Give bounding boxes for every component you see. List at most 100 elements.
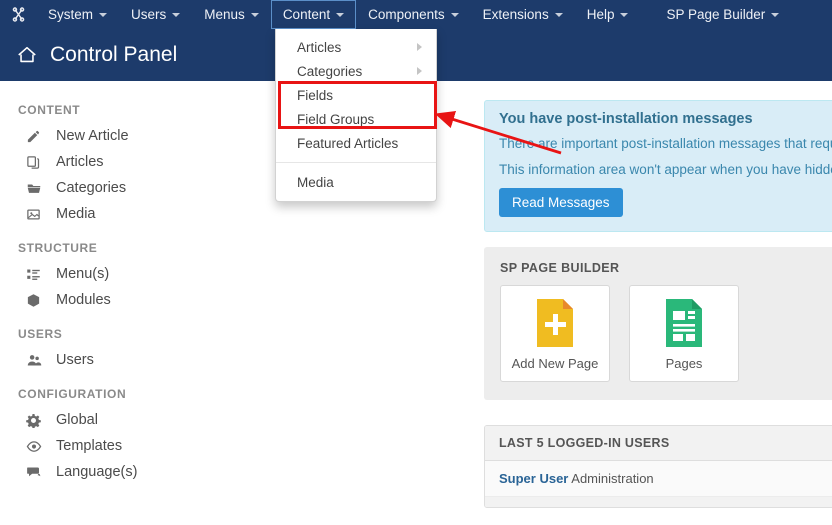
dropdown-item-label: Featured Articles bbox=[297, 136, 398, 151]
chevron-down-icon bbox=[555, 13, 563, 17]
nav-label: Content bbox=[283, 8, 330, 22]
list-icon bbox=[26, 265, 52, 283]
cube-icon bbox=[26, 291, 52, 309]
nav-label: Extensions bbox=[483, 8, 549, 22]
new-page-icon bbox=[533, 297, 577, 349]
sidebar-item-media[interactable]: Media bbox=[0, 201, 275, 227]
chevron-down-icon bbox=[336, 13, 344, 17]
users-icon bbox=[26, 351, 52, 369]
page-title: Control Panel bbox=[50, 43, 177, 67]
sidebar-section-title: CONFIGURATION bbox=[0, 387, 275, 407]
add-new-page-card[interactable]: Add New Page bbox=[500, 285, 610, 382]
nav-item-content[interactable]: Content bbox=[271, 0, 356, 29]
read-messages-button[interactable]: Read Messages bbox=[499, 188, 623, 217]
folder-icon bbox=[26, 179, 52, 197]
chevron-right-icon bbox=[417, 67, 422, 75]
user-name-link[interactable]: Super User bbox=[499, 471, 568, 486]
sidebar-item-label: Templates bbox=[56, 438, 122, 454]
copy-icon bbox=[26, 153, 52, 171]
sidebar-item-users[interactable]: Users bbox=[0, 347, 275, 373]
user-role: Administration bbox=[571, 471, 653, 486]
alert-text-line-2: This information area won't appear when … bbox=[499, 162, 832, 177]
dropdown-item-categories[interactable]: Categories bbox=[276, 59, 436, 83]
nav-item-help[interactable]: Help bbox=[575, 0, 641, 29]
chevron-down-icon bbox=[451, 13, 459, 17]
content-dropdown-menu: Articles Categories Fields Field Groups … bbox=[275, 29, 437, 202]
joomla-logo-icon[interactable] bbox=[0, 0, 36, 29]
sidebar-item-label: Menu(s) bbox=[56, 266, 109, 282]
dropdown-item-articles[interactable]: Articles bbox=[276, 35, 436, 59]
home-icon bbox=[10, 38, 44, 72]
sidebar-item-global[interactable]: Global bbox=[0, 407, 275, 433]
chevron-down-icon bbox=[251, 13, 259, 17]
nav-item-system[interactable]: System bbox=[36, 0, 119, 29]
dropdown-item-label: Articles bbox=[297, 40, 341, 55]
image-icon bbox=[26, 205, 52, 223]
sidebar-item-new-article[interactable]: New Article bbox=[0, 123, 275, 149]
top-navigation-bar: System Users Menus Content Components Ex… bbox=[0, 0, 832, 29]
panel-footer bbox=[485, 497, 832, 507]
chevron-down-icon bbox=[172, 13, 180, 17]
last-users-title: LAST 5 LOGGED-IN USERS bbox=[485, 426, 832, 461]
nav-item-sp-page-builder[interactable]: SP Page Builder bbox=[654, 0, 791, 29]
pencil-icon bbox=[26, 127, 52, 145]
post-installation-messages-panel: You have post-installation messages Ther… bbox=[484, 100, 832, 232]
dropdown-separator bbox=[276, 162, 436, 163]
nav-label: System bbox=[48, 8, 93, 22]
chevron-down-icon bbox=[99, 13, 107, 17]
sidebar-item-label: Categories bbox=[56, 180, 126, 196]
last-logged-in-users-panel: LAST 5 LOGGED-IN USERS Super User Admini… bbox=[484, 425, 832, 508]
sp-page-builder-panel: SP PAGE BUILDER Add New Page bbox=[484, 247, 832, 400]
dropdown-item-featured-articles[interactable]: Featured Articles bbox=[276, 131, 436, 155]
nav-label: SP Page Builder bbox=[666, 8, 765, 22]
gear-icon bbox=[26, 411, 52, 429]
alert-text-line-1: There are important post-installation me… bbox=[499, 136, 832, 151]
nav-label: Menus bbox=[204, 8, 245, 22]
nav-item-users[interactable]: Users bbox=[119, 0, 192, 29]
sidebar-group-structure: STRUCTURE Menu(s) Modules bbox=[0, 241, 275, 313]
sidebar-item-label: New Article bbox=[56, 128, 129, 144]
nav-item-menus[interactable]: Menus bbox=[192, 0, 271, 29]
dropdown-item-media[interactable]: Media bbox=[276, 170, 436, 194]
sidebar-item-label: Users bbox=[56, 352, 94, 368]
table-row: Super User Administration bbox=[485, 461, 832, 497]
nav-item-extensions[interactable]: Extensions bbox=[471, 0, 575, 29]
card-label: Pages bbox=[666, 356, 703, 371]
sidebar-item-label: Global bbox=[56, 412, 98, 428]
sidebar: CONTENT New Article Articles Categories bbox=[0, 81, 275, 525]
pages-card[interactable]: Pages bbox=[629, 285, 739, 382]
sidebar-item-templates[interactable]: Templates bbox=[0, 433, 275, 459]
sidebar-group-configuration: CONFIGURATION Global Templates bbox=[0, 387, 275, 485]
sidebar-item-articles[interactable]: Articles bbox=[0, 149, 275, 175]
dropdown-item-fields[interactable]: Fields bbox=[276, 83, 436, 107]
sp-page-builder-cards: Add New Page Pages bbox=[500, 285, 832, 382]
sidebar-item-label: Articles bbox=[56, 154, 104, 170]
sidebar-group-content: CONTENT New Article Articles Categories bbox=[0, 103, 275, 227]
dropdown-item-label: Media bbox=[297, 175, 334, 190]
sidebar-item-categories[interactable]: Categories bbox=[0, 175, 275, 201]
nav-item-components[interactable]: Components bbox=[356, 0, 471, 29]
chevron-right-icon bbox=[417, 43, 422, 51]
dropdown-item-label: Categories bbox=[297, 64, 362, 79]
sidebar-item-modules[interactable]: Modules bbox=[0, 287, 275, 313]
nav-label: Help bbox=[587, 8, 615, 22]
sp-page-builder-title: SP PAGE BUILDER bbox=[500, 261, 832, 275]
dropdown-item-label: Fields bbox=[297, 88, 333, 103]
pages-icon bbox=[662, 297, 706, 349]
sidebar-section-title: CONTENT bbox=[0, 103, 275, 123]
dropdown-item-field-groups[interactable]: Field Groups bbox=[276, 107, 436, 131]
speech-bubble-icon bbox=[26, 463, 52, 481]
card-label: Add New Page bbox=[512, 356, 599, 371]
sidebar-item-languages[interactable]: Language(s) bbox=[0, 459, 275, 485]
chevron-down-icon bbox=[620, 13, 628, 17]
sidebar-section-title: USERS bbox=[0, 327, 275, 347]
nav-label: Users bbox=[131, 8, 166, 22]
sidebar-item-label: Modules bbox=[56, 292, 111, 308]
eye-icon bbox=[26, 437, 52, 455]
dropdown-item-label: Field Groups bbox=[297, 112, 374, 127]
alert-title: You have post-installation messages bbox=[499, 111, 832, 127]
nav-label: Components bbox=[368, 8, 445, 22]
sidebar-item-label: Language(s) bbox=[56, 464, 137, 480]
sidebar-item-label: Media bbox=[56, 206, 96, 222]
sidebar-item-menus[interactable]: Menu(s) bbox=[0, 261, 275, 287]
